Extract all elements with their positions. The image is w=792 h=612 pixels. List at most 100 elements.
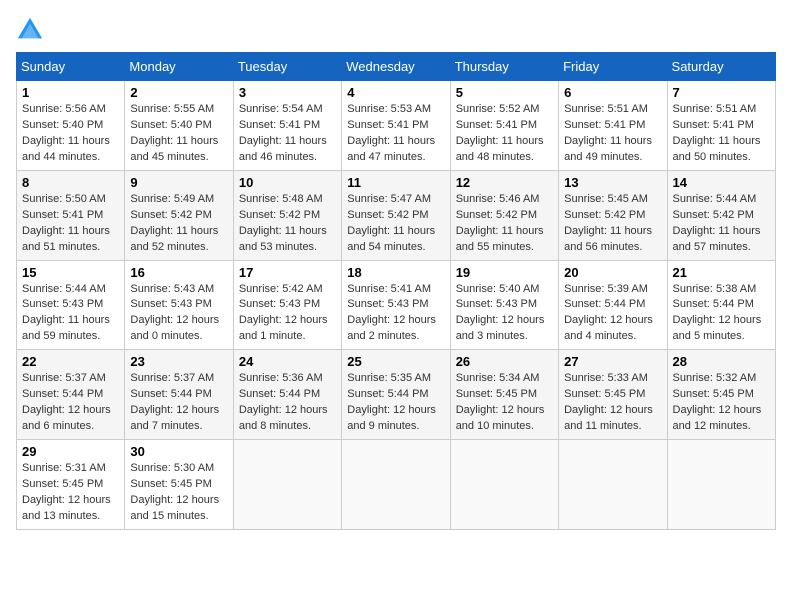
day-detail: Sunrise: 5:34 AMSunset: 5:45 PMDaylight:… (456, 372, 545, 432)
day-number: 3 (239, 85, 336, 100)
calendar-cell: 17 Sunrise: 5:42 AMSunset: 5:43 PMDayligh… (233, 260, 341, 350)
calendar-cell: 5 Sunrise: 5:52 AMSunset: 5:41 PMDaylight… (450, 81, 558, 171)
day-detail: Sunrise: 5:43 AMSunset: 5:43 PMDaylight:… (130, 283, 219, 343)
day-number: 27 (564, 354, 661, 369)
day-number: 13 (564, 175, 661, 190)
day-number: 30 (130, 444, 227, 459)
calendar-cell: 14 Sunrise: 5:44 AMSunset: 5:42 PMDayligh… (667, 170, 775, 260)
day-number: 2 (130, 85, 227, 100)
day-detail: Sunrise: 5:51 AMSunset: 5:41 PMDaylight:… (673, 103, 761, 163)
day-number: 9 (130, 175, 227, 190)
day-detail: Sunrise: 5:39 AMSunset: 5:44 PMDaylight:… (564, 283, 653, 343)
calendar-cell: 30Sunrise: 5:30 AMSunset: 5:45 PMDayligh… (125, 440, 233, 530)
day-number: 24 (239, 354, 336, 369)
calendar-cell (450, 440, 558, 530)
day-detail: Sunrise: 5:45 AMSunset: 5:42 PMDaylight:… (564, 193, 652, 253)
weekday-sunday: Sunday (17, 53, 125, 81)
calendar-cell: 15 Sunrise: 5:44 AMSunset: 5:43 PMDayligh… (17, 260, 125, 350)
day-detail: Sunrise: 5:56 AMSunset: 5:40 PMDaylight:… (22, 103, 110, 163)
day-detail: Sunrise: 5:42 AMSunset: 5:43 PMDaylight:… (239, 283, 328, 343)
calendar-cell: 22Sunrise: 5:37 AMSunset: 5:44 PMDayligh… (17, 350, 125, 440)
weekday-thursday: Thursday (450, 53, 558, 81)
day-detail: Sunrise: 5:32 AMSunset: 5:45 PMDaylight:… (673, 372, 762, 432)
calendar-cell (667, 440, 775, 530)
calendar-cell: 19 Sunrise: 5:40 AMSunset: 5:43 PMDayligh… (450, 260, 558, 350)
calendar-cell: 12Sunrise: 5:46 AMSunset: 5:42 PMDayligh… (450, 170, 558, 260)
day-detail: Sunrise: 5:49 AMSunset: 5:42 PMDaylight:… (130, 193, 218, 253)
day-number: 14 (673, 175, 770, 190)
calendar-cell: 11 Sunrise: 5:47 AMSunset: 5:42 PMDayligh… (342, 170, 450, 260)
day-detail: Sunrise: 5:37 AMSunset: 5:44 PMDaylight:… (130, 372, 219, 432)
week-row-5: 29Sunrise: 5:31 AMSunset: 5:45 PMDayligh… (17, 440, 776, 530)
day-number: 22 (22, 354, 119, 369)
day-number: 21 (673, 265, 770, 280)
week-row-1: 1 Sunrise: 5:56 AMSunset: 5:40 PMDaylight… (17, 81, 776, 171)
day-detail: Sunrise: 5:50 AMSunset: 5:41 PMDaylight:… (22, 193, 110, 253)
page-header (16, 16, 776, 44)
day-detail: Sunrise: 5:53 AMSunset: 5:41 PMDaylight:… (347, 103, 435, 163)
day-number: 28 (673, 354, 770, 369)
day-number: 5 (456, 85, 553, 100)
day-detail: Sunrise: 5:44 AMSunset: 5:42 PMDaylight:… (673, 193, 761, 253)
week-row-4: 22 Sunrise: 5:37 AMSunset: 5:44 PMDayligh… (17, 350, 776, 440)
day-number: 15 (22, 265, 119, 280)
day-number: 18 (347, 265, 444, 280)
day-number: 10 (239, 175, 336, 190)
calendar-cell: 7 Sunrise: 5:51 AMSunset: 5:41 PMDaylight… (667, 81, 775, 171)
weekday-tuesday: Tuesday (233, 53, 341, 81)
calendar-cell: 25Sunrise: 5:35 AMSunset: 5:44 PMDayligh… (342, 350, 450, 440)
weekday-monday: Monday (125, 53, 233, 81)
day-detail: Sunrise: 5:44 AMSunset: 5:43 PMDaylight:… (22, 283, 110, 343)
day-number: 11 (347, 175, 444, 190)
day-number: 19 (456, 265, 553, 280)
day-detail: Sunrise: 5:38 AMSunset: 5:44 PMDaylight:… (673, 283, 762, 343)
day-detail: Sunrise: 5:54 AMSunset: 5:41 PMDaylight:… (239, 103, 327, 163)
calendar-cell (559, 440, 667, 530)
calendar-cell: 9 Sunrise: 5:49 AMSunset: 5:42 PMDaylight… (125, 170, 233, 260)
day-detail: Sunrise: 5:52 AMSunset: 5:41 PMDaylight:… (456, 103, 544, 163)
calendar-cell: 8 Sunrise: 5:50 AMSunset: 5:41 PMDaylight… (17, 170, 125, 260)
week-row-3: 15 Sunrise: 5:44 AMSunset: 5:43 PMDayligh… (17, 260, 776, 350)
day-number: 6 (564, 85, 661, 100)
day-number: 20 (564, 265, 661, 280)
calendar-cell: 29Sunrise: 5:31 AMSunset: 5:45 PMDayligh… (17, 440, 125, 530)
day-detail: Sunrise: 5:31 AMSunset: 5:45 PMDaylight:… (22, 462, 111, 522)
day-detail: Sunrise: 5:55 AMSunset: 5:40 PMDaylight:… (130, 103, 218, 163)
calendar-cell: 28 Sunrise: 5:32 AMSunset: 5:45 PMDayligh… (667, 350, 775, 440)
calendar-cell: 27Sunrise: 5:33 AMSunset: 5:45 PMDayligh… (559, 350, 667, 440)
calendar-cell: 4 Sunrise: 5:53 AMSunset: 5:41 PMDaylight… (342, 81, 450, 171)
calendar-cell: 6Sunrise: 5:51 AMSunset: 5:41 PMDaylight… (559, 81, 667, 171)
logo-icon (16, 16, 44, 44)
calendar-body: 1 Sunrise: 5:56 AMSunset: 5:40 PMDaylight… (17, 81, 776, 530)
weekday-saturday: Saturday (667, 53, 775, 81)
day-number: 12 (456, 175, 553, 190)
day-number: 8 (22, 175, 119, 190)
calendar-table: SundayMondayTuesdayWednesdayThursdayFrid… (16, 52, 776, 530)
calendar-cell: 26Sunrise: 5:34 AMSunset: 5:45 PMDayligh… (450, 350, 558, 440)
day-number: 23 (130, 354, 227, 369)
day-detail: Sunrise: 5:41 AMSunset: 5:43 PMDaylight:… (347, 283, 436, 343)
calendar-cell: 3 Sunrise: 5:54 AMSunset: 5:41 PMDaylight… (233, 81, 341, 171)
day-detail: Sunrise: 5:48 AMSunset: 5:42 PMDaylight:… (239, 193, 327, 253)
calendar-cell: 10 Sunrise: 5:48 AMSunset: 5:42 PMDayligh… (233, 170, 341, 260)
calendar-cell (233, 440, 341, 530)
calendar-cell (342, 440, 450, 530)
day-number: 17 (239, 265, 336, 280)
calendar-cell: 24Sunrise: 5:36 AMSunset: 5:44 PMDayligh… (233, 350, 341, 440)
day-number: 4 (347, 85, 444, 100)
day-number: 7 (673, 85, 770, 100)
weekday-wednesday: Wednesday (342, 53, 450, 81)
calendar-cell: 21 Sunrise: 5:38 AMSunset: 5:44 PMDayligh… (667, 260, 775, 350)
weekday-header-row: SundayMondayTuesdayWednesdayThursdayFrid… (17, 53, 776, 81)
calendar-cell: 2 Sunrise: 5:55 AMSunset: 5:40 PMDaylight… (125, 81, 233, 171)
day-number: 1 (22, 85, 119, 100)
calendar-cell: 16 Sunrise: 5:43 AMSunset: 5:43 PMDayligh… (125, 260, 233, 350)
day-detail: Sunrise: 5:47 AMSunset: 5:42 PMDaylight:… (347, 193, 435, 253)
calendar-cell: 20 Sunrise: 5:39 AMSunset: 5:44 PMDayligh… (559, 260, 667, 350)
calendar-cell: 18 Sunrise: 5:41 AMSunset: 5:43 PMDayligh… (342, 260, 450, 350)
day-detail: Sunrise: 5:35 AMSunset: 5:44 PMDaylight:… (347, 372, 436, 432)
logo (16, 16, 48, 44)
day-detail: Sunrise: 5:40 AMSunset: 5:43 PMDaylight:… (456, 283, 545, 343)
weekday-friday: Friday (559, 53, 667, 81)
day-number: 16 (130, 265, 227, 280)
